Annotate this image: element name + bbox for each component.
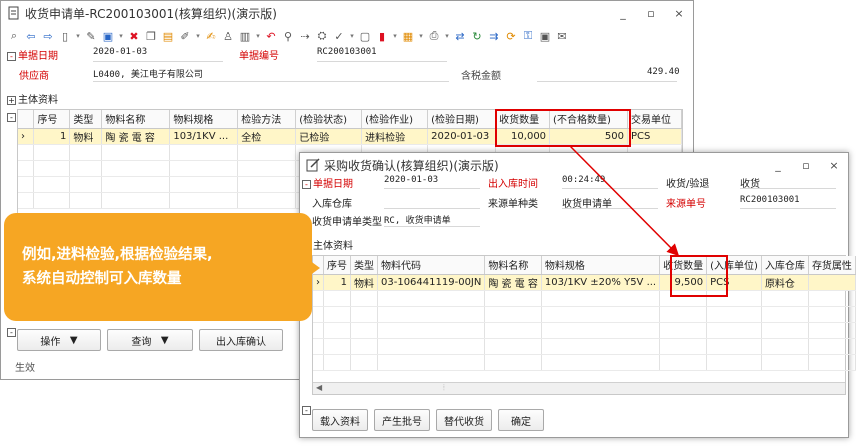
callout-line-1: 例如,进料检验,根据检验结果, bbox=[22, 247, 213, 263]
callout-bubble: 例如,进料检验,根据检验结果, 系统自动控制可入库数量 bbox=[4, 213, 312, 321]
callout-line-2: 系统自动控制可入库数量 bbox=[22, 271, 182, 287]
